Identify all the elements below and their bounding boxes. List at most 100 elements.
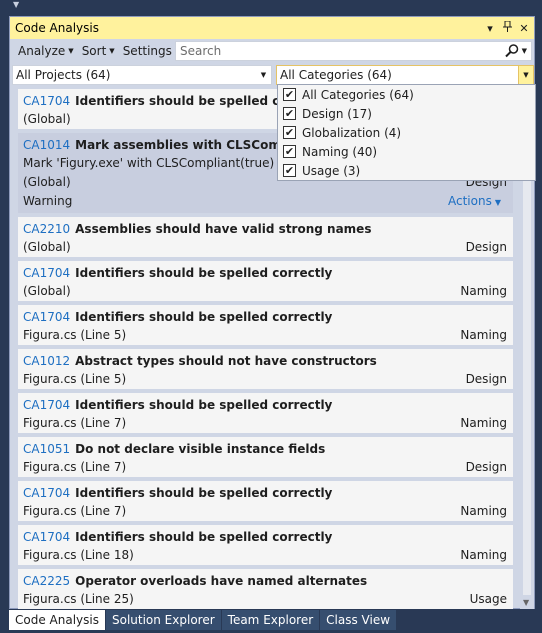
issue-item[interactable]: CA1051 Do not declare visible instance fi… [18,437,513,477]
issue-code-link[interactable]: CA1704 [23,530,70,544]
tab-code-analysis[interactable]: Code Analysis [9,610,105,630]
issue-code-link[interactable]: CA1704 [23,398,70,412]
category-option-label: Design (17) [302,106,372,121]
issue-name: Assemblies should have valid strong name… [75,222,372,236]
actions-menu[interactable]: Actions ▼ [448,194,501,208]
issue-item[interactable]: CA2225 Operator overloads have named alte… [18,569,513,609]
issue-code-link[interactable]: CA2225 [23,574,70,588]
issue-name: Identifiers should be spelled correctly [75,530,333,544]
issue-name: Identifiers should be spelled correctly [75,398,333,412]
issue-location: Figura.cs (Line 7) [23,416,127,430]
issue-title-row: CA1704 Identifiers should be spelled corr… [23,486,332,500]
search-icon[interactable] [504,43,520,59]
issue-location: (Global) [23,175,71,189]
analyze-menu[interactable]: Analyze ▼ [18,44,74,58]
issue-code-link[interactable]: CA1704 [23,266,70,280]
category-dropdown-list: ✔ All Categories (64) ✔ Design (17) ✔ Gl… [277,84,536,181]
issue-location: Figura.cs (Line 5) [23,328,127,342]
issue-category: Naming [460,548,507,562]
issue-description: Mark 'Figury.exe' with CLSCompliant(true… [23,156,293,170]
issue-category: Design [465,240,507,254]
issue-item[interactable]: CA1704 Identifiers should be spelled corr… [18,481,513,521]
issue-code-link[interactable]: CA1014 [23,138,70,152]
category-option-globalization[interactable]: ✔ Globalization (4) [283,124,401,141]
issue-location: Figura.cs (Line 25) [23,592,134,606]
category-option-all[interactable]: ✔ All Categories (64) [283,86,414,103]
category-option-naming[interactable]: ✔ Naming (40) [283,143,377,160]
issue-location: (Global) [23,112,71,126]
pin-icon[interactable] [500,20,514,35]
issue-item[interactable]: CA1704 Identifiers should be spelled corr… [18,261,513,301]
issue-name: Abstract types should not have construct… [75,354,377,368]
issue-title-row: CA1051 Do not declare visible instance fi… [23,442,325,456]
checkbox-checked[interactable]: ✔ [283,126,296,139]
issue-item[interactable]: CA1704 Identifiers should be spelled corr… [18,525,513,565]
category-option-label: Globalization (4) [302,125,402,140]
issue-category: Design [465,460,507,474]
category-option-label: Naming (40) [302,144,378,159]
project-filter-combo[interactable]: All Projects (64) ▼ [12,65,272,85]
category-option-usage[interactable]: ✔ Usage (3) [283,162,360,179]
analyze-menu-label: Analyze [18,44,66,58]
top-strip: ▼ [0,0,542,10]
issue-code-link[interactable]: CA1012 [23,354,70,368]
issue-code-link[interactable]: CA1704 [23,94,70,108]
chevron-down-icon[interactable]: ▼ [518,66,533,84]
issue-category: Naming [460,504,507,518]
issue-title-row: CA1704 Identifiers should be spelled corr… [23,266,332,280]
issue-item[interactable]: CA1704 Identifiers should be spelled corr… [18,305,513,345]
issue-code-link[interactable]: CA1704 [23,310,70,324]
search-placeholder: Search [180,44,222,58]
tab-solution-explorer[interactable]: Solution Explorer [105,610,221,630]
checkbox-checked[interactable]: ✔ [283,88,296,101]
search-input[interactable]: Search ▼ [175,41,532,61]
chevron-down-icon[interactable]: ▼ [256,66,271,84]
issue-code-link[interactable]: CA1051 [23,442,70,456]
panel-titlebar: Code Analysis ▾ ✕ [10,17,534,39]
issue-name: Identifiers should be spelled correctly [75,486,333,500]
issue-location: Figura.cs (Line 7) [23,460,127,474]
issue-category: Usage [469,592,507,606]
issue-title-row: CA2210 Assemblies should have valid stron… [23,222,371,236]
checkbox-checked[interactable]: ✔ [283,145,296,158]
search-options-icon[interactable]: ▼ [522,47,527,55]
chevron-down-icon[interactable]: ▼ [13,1,19,9]
category-filter-combo[interactable]: All Categories (64) ▼ [276,65,534,85]
issue-location: (Global) [23,284,71,298]
tab-class-view[interactable]: Class View [320,610,397,630]
bottom-tab-strip: Code Analysis Solution Explorer Team Exp… [9,610,536,630]
issue-item[interactable]: CA1704 Identifiers should be spelled corr… [18,393,513,433]
caret-down-icon: ▼ [109,47,115,55]
close-icon[interactable]: ✕ [517,22,531,35]
panel-title: Code Analysis [15,21,99,35]
scroll-down-icon[interactable]: ▼ [523,598,529,607]
checkbox-checked[interactable]: ✔ [283,164,296,177]
issue-name: Operator overloads have named alternates [75,574,368,588]
issue-code-link[interactable]: CA2210 [23,222,70,236]
tab-team-explorer[interactable]: Team Explorer [221,610,320,630]
project-filter-value: All Projects (64) [16,68,111,82]
issue-title-row: CA2225 Operator overloads have named alte… [23,574,367,588]
issue-code-link[interactable]: CA1704 [23,486,70,500]
category-option-label: All Categories (64) [302,87,414,102]
issue-title-row: CA1704 Identifiers should be spelled corr… [23,398,332,412]
caret-down-icon: ▼ [68,47,74,55]
issue-category: Naming [460,284,507,298]
issue-name: Identifiers should be spelled correctly [75,310,333,324]
actions-label: Actions [448,194,492,208]
issue-category: Naming [460,328,507,342]
settings-menu[interactable]: Settings▼ [123,44,181,58]
category-option-design[interactable]: ✔ Design (17) [283,105,372,122]
issue-location: Figura.cs (Line 5) [23,372,127,386]
issue-item[interactable]: CA2210 Assemblies should have valid stron… [18,217,513,257]
issue-location: Figura.cs (Line 7) [23,504,127,518]
issue-name: Do not declare visible instance fields [75,442,326,456]
checkbox-checked[interactable]: ✔ [283,107,296,120]
sort-menu[interactable]: Sort ▼ [82,44,115,58]
caret-down-icon: ▼ [494,198,501,207]
issue-item[interactable]: CA1012 Abstract types should not have con… [18,349,513,389]
issue-category: Naming [460,416,507,430]
sort-menu-label: Sort [81,44,107,58]
window-menu-icon[interactable]: ▾ [483,22,497,35]
category-option-label: Usage (3) [302,163,361,178]
